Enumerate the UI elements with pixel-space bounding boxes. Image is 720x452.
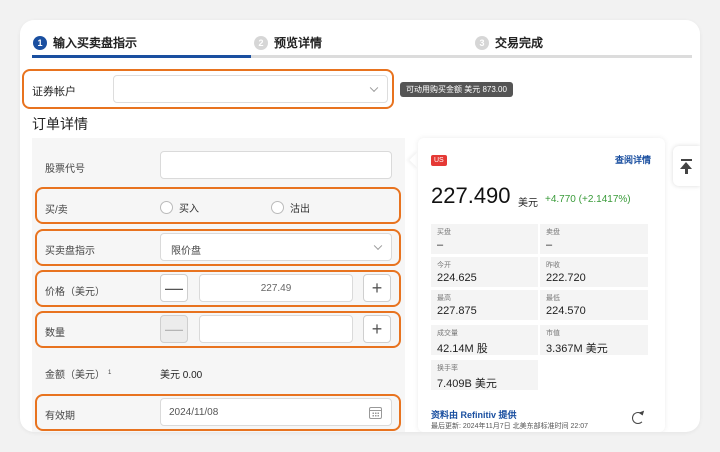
step-2: 2 预览详情 — [254, 34, 322, 51]
side-label: 买/卖 — [45, 205, 68, 216]
trade-order-card: 1 输入买卖盘指示 2 预览详情 3 交易完成 证券帐户 可动用购买金额 美元 … — [20, 20, 700, 432]
available-funds-tooltip: 可动用购买金额 美元 873.00 — [400, 82, 513, 97]
stat-label: 昨收 — [546, 262, 560, 269]
stat-value: 7.409B 美元 — [437, 378, 497, 390]
market-badge: US — [431, 155, 447, 166]
step-3-number: 3 — [475, 35, 489, 50]
amount-value: 美元 0.00 — [160, 370, 203, 381]
price-decrease-button[interactable]: — — [160, 274, 188, 302]
amount-label: 金额（美元） 1 — [45, 366, 111, 381]
step-3: 3 交易完成 — [475, 34, 543, 51]
refresh-icon[interactable] — [632, 412, 644, 424]
stat-label: 最高 — [437, 295, 451, 302]
stat-value: – — [437, 239, 444, 251]
stat-label: 市值 — [546, 330, 560, 337]
stock-code-label: 股票代号 — [45, 164, 85, 175]
steps-progress — [32, 55, 251, 58]
stat-bid: 买盘 – — [431, 224, 538, 254]
price-input[interactable]: 227.49 — [199, 274, 353, 302]
quantity-label: 数量 — [45, 328, 65, 339]
stat-label: 今开 — [437, 262, 451, 269]
minus-icon: — — [165, 318, 183, 339]
price-increase-button[interactable]: + — [363, 274, 391, 302]
account-label: 证券帐户 — [32, 86, 76, 98]
radio-circle — [271, 201, 284, 214]
step-1-label: 输入买卖盘指示 — [53, 36, 138, 50]
stat-prev-close: 昨收 222.720 — [540, 257, 648, 287]
validity-label: 有效期 — [45, 411, 75, 422]
order-details-title: 订单详情 — [32, 116, 88, 132]
stat-value: 227.875 — [437, 305, 477, 317]
calendar-icon[interactable] — [369, 407, 382, 419]
buy-radio-label: 买入 — [179, 204, 199, 215]
stat-label: 换手率 — [437, 365, 458, 372]
price-label: 价格（美元） — [45, 287, 105, 298]
plus-icon: + — [371, 318, 383, 339]
quantity-increase-button[interactable]: + — [363, 315, 391, 343]
account-select[interactable] — [113, 75, 388, 103]
sell-radio-label: 沽出 — [290, 204, 310, 215]
validity-value: 2024/11/08 — [169, 407, 219, 418]
last-price: 227.490 — [431, 183, 511, 208]
stat-label: 成交量 — [437, 330, 458, 337]
stat-value: – — [546, 239, 553, 251]
back-to-top-icon — [681, 159, 692, 161]
price-change: +4.770 (+2.1417%) — [545, 194, 631, 205]
stat-label: 买盘 — [437, 229, 451, 236]
quantity-decrease-button[interactable]: — — [160, 315, 188, 343]
side-highlight — [35, 187, 401, 224]
plus-icon: + — [371, 277, 383, 298]
stock-code-input[interactable] — [160, 151, 392, 179]
quantity-input[interactable] — [199, 315, 353, 343]
stat-low: 最低 224.570 — [540, 290, 648, 320]
stat-ask: 卖盘 – — [540, 224, 648, 254]
order-type-select[interactable]: 限价盘 — [160, 233, 392, 261]
step-1-number: 1 — [33, 35, 47, 50]
radio-circle — [160, 201, 173, 214]
buy-radio[interactable]: 买入 — [160, 200, 199, 215]
step-1: 1 输入买卖盘指示 — [33, 34, 137, 51]
amount-label-text: 金额（美元） — [45, 370, 105, 381]
stat-value: 222.720 — [546, 272, 586, 284]
data-source-link[interactable]: 资料由 Refinitiv 提供 — [431, 408, 517, 421]
validity-date-input[interactable]: 2024/11/08 — [160, 398, 392, 426]
stat-volume: 成交量 42.14M 股 — [431, 325, 538, 355]
stat-high: 最高 227.875 — [431, 290, 538, 320]
stat-open: 今开 224.625 — [431, 257, 538, 287]
quote-panel: US 查阅详情 227.490 美元 +4.770 (+2.1417%) 买盘 –… — [418, 138, 665, 432]
step-2-label: 预览详情 — [274, 36, 323, 50]
price-value: 227.49 — [260, 283, 292, 294]
last-updated: 最后更新: 2024年11月7日 北美东部标准时间 22:07 — [431, 423, 589, 430]
stat-market-cap: 市值 3.367M 美元 — [540, 325, 648, 355]
order-type-label: 买卖盘指示 — [45, 246, 95, 257]
stat-label: 卖盘 — [546, 229, 560, 236]
view-details-link[interactable]: 查阅详情 — [615, 153, 651, 166]
stat-value: 224.625 — [437, 272, 477, 284]
back-to-top-button[interactable] — [673, 146, 700, 186]
stat-value: 3.367M 美元 — [546, 343, 608, 355]
step-2-number: 2 — [254, 35, 268, 50]
amount-footnote: 1 — [108, 369, 112, 376]
chevron-down-icon — [373, 241, 383, 251]
step-3-label: 交易完成 — [495, 36, 544, 50]
stat-label: 最低 — [546, 295, 560, 302]
stat-value: 42.14M 股 — [437, 343, 488, 355]
minus-icon: — — [165, 277, 183, 298]
stat-turnover: 换手率 7.409B 美元 — [431, 360, 538, 390]
sell-radio[interactable]: 沽出 — [271, 200, 310, 215]
price-currency: 美元 — [518, 198, 538, 209]
arrow-stem — [685, 168, 688, 174]
order-type-value: 限价盘 — [171, 246, 201, 257]
chevron-down-icon — [369, 83, 379, 93]
stat-value: 224.570 — [546, 305, 586, 317]
